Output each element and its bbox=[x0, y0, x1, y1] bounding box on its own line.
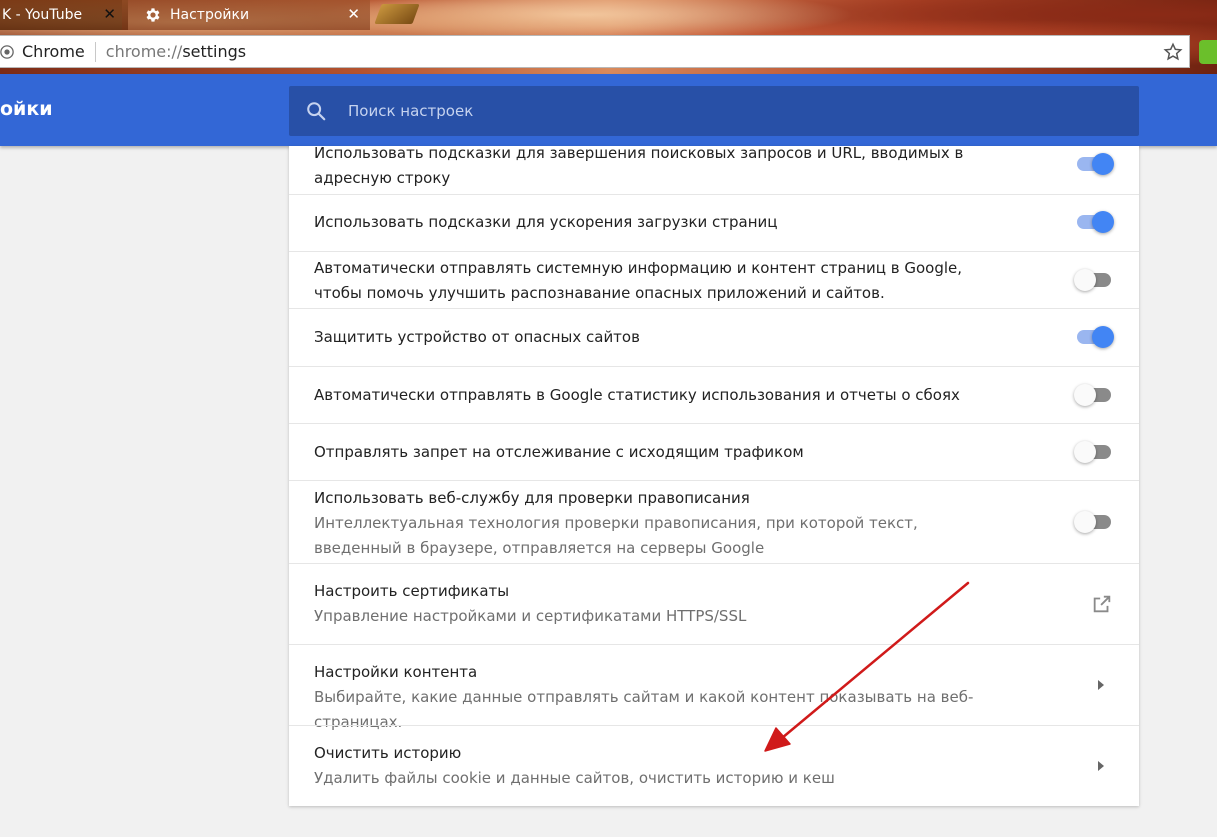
chrome-page-icon bbox=[0, 44, 14, 59]
address-bar[interactable]: Chrome chrome:// settings bbox=[0, 35, 1190, 68]
setting-toggle[interactable] bbox=[1074, 383, 1114, 407]
bookmark-star-icon[interactable] bbox=[1163, 42, 1183, 62]
extension-icon[interactable] bbox=[1199, 40, 1217, 64]
tab-close-icon[interactable]: ✕ bbox=[103, 5, 116, 23]
setting-label: Настройки контента bbox=[314, 663, 478, 681]
address-scheme: chrome:// bbox=[105, 42, 183, 61]
setting-toggle[interactable] bbox=[1074, 325, 1114, 349]
setting-label: Использовать подсказки для ускорения заг… bbox=[314, 213, 778, 231]
gear-icon bbox=[146, 8, 160, 22]
tab-title: Настройки bbox=[170, 7, 250, 23]
settings-header: ойки bbox=[0, 74, 1217, 146]
setting-label: Защитить устройство от опасных сайтов bbox=[314, 328, 640, 346]
setting-toggle[interactable] bbox=[1074, 440, 1114, 464]
setting-row-content[interactable]: Настройки контента Выбирайте, какие данн… bbox=[289, 644, 1139, 731]
setting-sublabel: Удалить файлы cookie и данные сайтов, оч… bbox=[314, 769, 835, 787]
address-divider bbox=[94, 41, 96, 62]
setting-label: Автоматически отправлять в Google статис… bbox=[314, 386, 960, 404]
setting-sublabel: Управление настройками и сертификатами H… bbox=[314, 607, 747, 625]
setting-label: Использовать подсказки для завершения по… bbox=[314, 144, 964, 187]
new-tab-button[interactable] bbox=[374, 4, 420, 24]
setting-row-clear-history[interactable]: Очистить историю Удалить файлы cookie и … bbox=[289, 725, 1139, 806]
setting-row[interactable]: Защитить устройство от опасных сайтов bbox=[289, 308, 1139, 366]
setting-row[interactable]: Отправлять запрет на отслеживание с исхо… bbox=[289, 423, 1139, 480]
setting-toggle[interactable] bbox=[1074, 510, 1114, 534]
search-input[interactable] bbox=[346, 101, 1046, 121]
setting-label: Автоматически отправлять системную инфор… bbox=[314, 259, 963, 302]
setting-row[interactable]: Использовать подсказки для ускорения заг… bbox=[289, 194, 1139, 251]
tab-settings[interactable]: Настройки ✕ bbox=[122, 0, 370, 30]
browser-frame: K - YouTube ✕ Настройки ✕ Chrome chrome:… bbox=[0, 0, 1217, 74]
tab-close-icon[interactable]: ✕ bbox=[347, 5, 360, 23]
setting-toggle[interactable] bbox=[1074, 268, 1114, 292]
external-link-icon[interactable] bbox=[1091, 593, 1113, 615]
setting-toggle[interactable] bbox=[1074, 210, 1114, 234]
setting-row[interactable]: Использовать веб-службу для проверки пра… bbox=[289, 480, 1139, 563]
arrow-right-icon[interactable] bbox=[1096, 679, 1106, 691]
setting-label: Очистить историю bbox=[314, 744, 462, 762]
address-origin: Chrome bbox=[22, 42, 85, 61]
address-path: settings bbox=[182, 42, 247, 61]
setting-label: Использовать веб-службу для проверки пра… bbox=[314, 489, 750, 507]
settings-search[interactable] bbox=[289, 86, 1139, 136]
setting-row[interactable]: Автоматически отправлять в Google статис… bbox=[289, 366, 1139, 423]
setting-sublabel: Интеллектуальная технология проверки пра… bbox=[314, 514, 918, 557]
search-icon bbox=[307, 102, 326, 121]
setting-label: Отправлять запрет на отслеживание с исхо… bbox=[314, 443, 804, 461]
settings-card: Использовать подсказки для завершения по… bbox=[289, 144, 1139, 806]
setting-label: Настроить сертификаты bbox=[314, 582, 510, 600]
setting-toggle[interactable] bbox=[1074, 152, 1114, 176]
setting-row[interactable]: Использовать подсказки для завершения по… bbox=[289, 144, 1139, 194]
setting-row[interactable]: Автоматически отправлять системную инфор… bbox=[289, 251, 1139, 308]
tab-title: K - YouTube bbox=[2, 7, 83, 23]
arrow-right-icon[interactable] bbox=[1096, 760, 1106, 772]
setting-row-certificates[interactable]: Настроить сертификаты Управление настрой… bbox=[289, 563, 1139, 644]
page-title: ойки bbox=[0, 98, 53, 120]
tab-youtube[interactable]: K - YouTube ✕ bbox=[0, 0, 128, 30]
